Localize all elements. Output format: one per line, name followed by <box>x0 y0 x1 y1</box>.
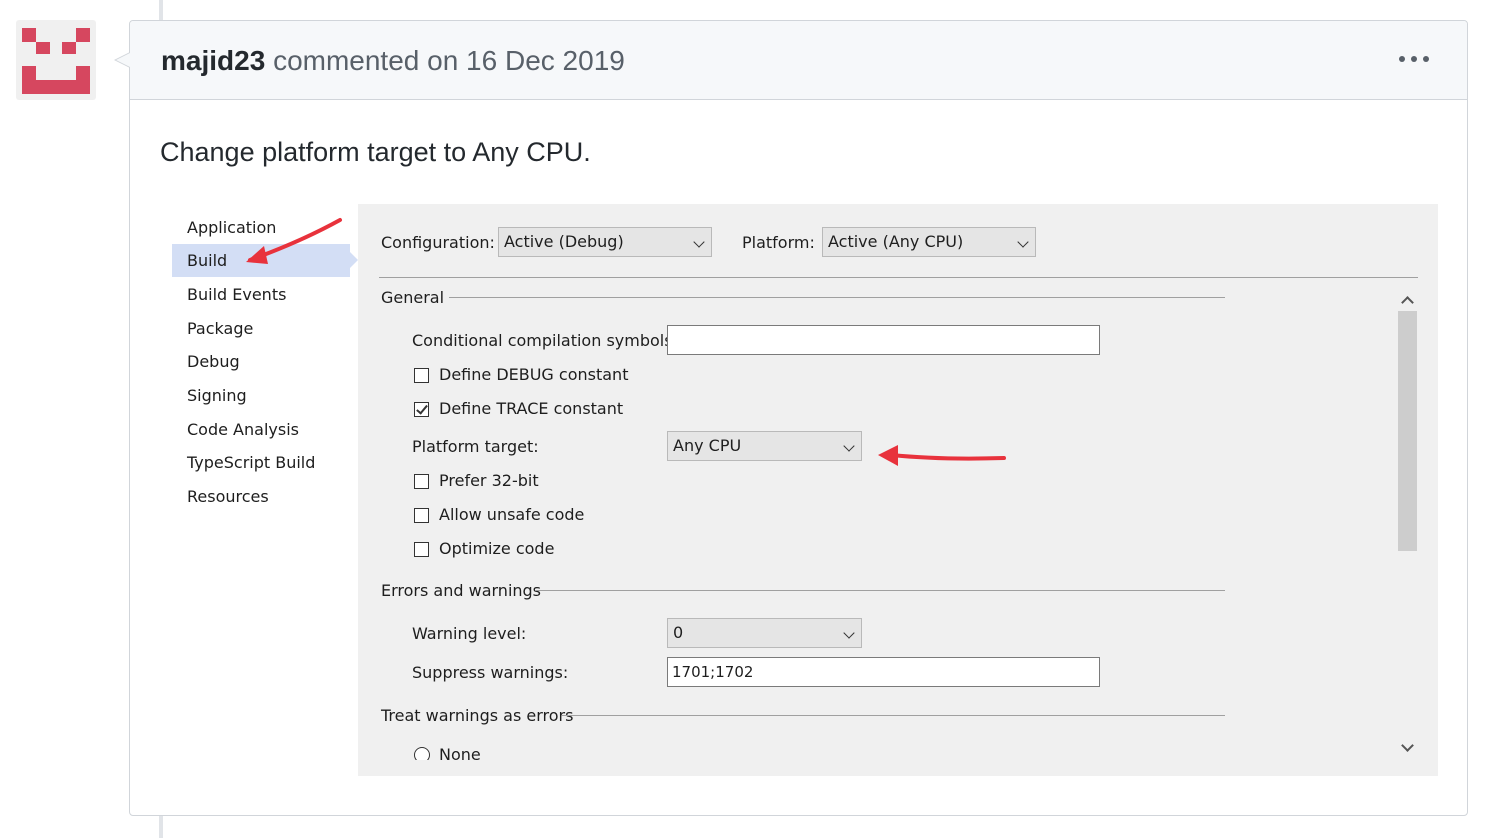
optimize-label: Optimize code <box>439 539 555 558</box>
none-radio-label: None <box>439 745 481 760</box>
settings-scroll-area[interactable]: General Conditional compilation symbols:… <box>358 204 1396 760</box>
general-divider <box>449 297 1225 298</box>
cond-symbols-label: Conditional compilation symbols: <box>412 331 678 350</box>
treat-divider <box>562 715 1225 716</box>
scroll-down-icon[interactable] <box>1399 740 1415 756</box>
cond-symbols-input[interactable] <box>667 325 1100 355</box>
define-debug-label: Define DEBUG constant <box>439 365 629 384</box>
treat-header: Treat warnings as errors <box>381 706 574 725</box>
none-radio[interactable] <box>414 747 430 760</box>
chevron-down-icon <box>845 619 853 647</box>
sidebar-item-package[interactable]: Package <box>187 318 253 340</box>
allow-unsafe-checkbox[interactable] <box>414 508 429 523</box>
sidebar-item-build-events[interactable]: Build Events <box>187 284 286 306</box>
suppress-label: Suppress warnings: <box>412 663 569 682</box>
build-settings-panel: Configuration: Active (Debug) Platform: … <box>358 204 1438 776</box>
platform-target-label: Platform target: <box>412 437 539 456</box>
prefer32-label: Prefer 32-bit <box>439 471 539 490</box>
errors-divider <box>535 590 1225 591</box>
warning-level-label: Warning level: <box>412 624 527 643</box>
comment-header-text: majid23 commented on 16 Dec 2019 <box>161 44 625 78</box>
sidebar-item-code-analysis[interactable]: Code Analysis <box>187 419 299 441</box>
platform-target-value: Any CPU <box>673 436 742 455</box>
sidebar-item-debug[interactable]: Debug <box>187 351 240 373</box>
allow-unsafe-label: Allow unsafe code <box>439 505 585 524</box>
sidebar-item-typescript-build[interactable]: TypeScript Build <box>187 452 315 474</box>
sidebar-item-build[interactable]: Build <box>187 250 227 272</box>
chevron-down-icon <box>845 432 853 460</box>
general-header: General <box>381 288 445 307</box>
warning-level-dropdown[interactable]: 0 <box>667 618 862 648</box>
scroll-up-icon[interactable] <box>1399 292 1415 308</box>
define-trace-checkbox[interactable] <box>414 402 429 417</box>
sidebar-item-application[interactable]: Application <box>187 217 276 239</box>
author-link[interactable]: majid23 <box>161 45 265 76</box>
embedded-screenshot: Application Build Build Events Package D… <box>170 204 1438 776</box>
identicon-shape <box>22 28 90 94</box>
prefer32-checkbox[interactable] <box>414 474 429 489</box>
comment-timestamp[interactable]: commented on 16 Dec 2019 <box>273 45 625 76</box>
scroll-thumb[interactable] <box>1398 311 1417 551</box>
comment-body-text: Change platform target to Any CPU. <box>160 137 591 167</box>
sidebar-item-signing[interactable]: Signing <box>187 385 247 407</box>
errors-header: Errors and warnings <box>381 581 542 600</box>
more-options-icon[interactable] <box>1399 51 1429 67</box>
optimize-checkbox[interactable] <box>414 542 429 557</box>
comment-caret <box>114 52 130 68</box>
define-trace-label: Define TRACE constant <box>439 399 624 418</box>
comment-header: majid23 commented on 16 Dec 2019 <box>130 21 1467 100</box>
warning-level-value: 0 <box>673 623 684 642</box>
avatar[interactable] <box>16 20 96 100</box>
suppress-input[interactable]: 1701;1702 <box>667 657 1100 687</box>
sidebar-item-resources[interactable]: Resources <box>187 486 269 508</box>
define-debug-checkbox[interactable] <box>414 368 429 383</box>
platform-target-dropdown[interactable]: Any CPU <box>667 431 862 461</box>
